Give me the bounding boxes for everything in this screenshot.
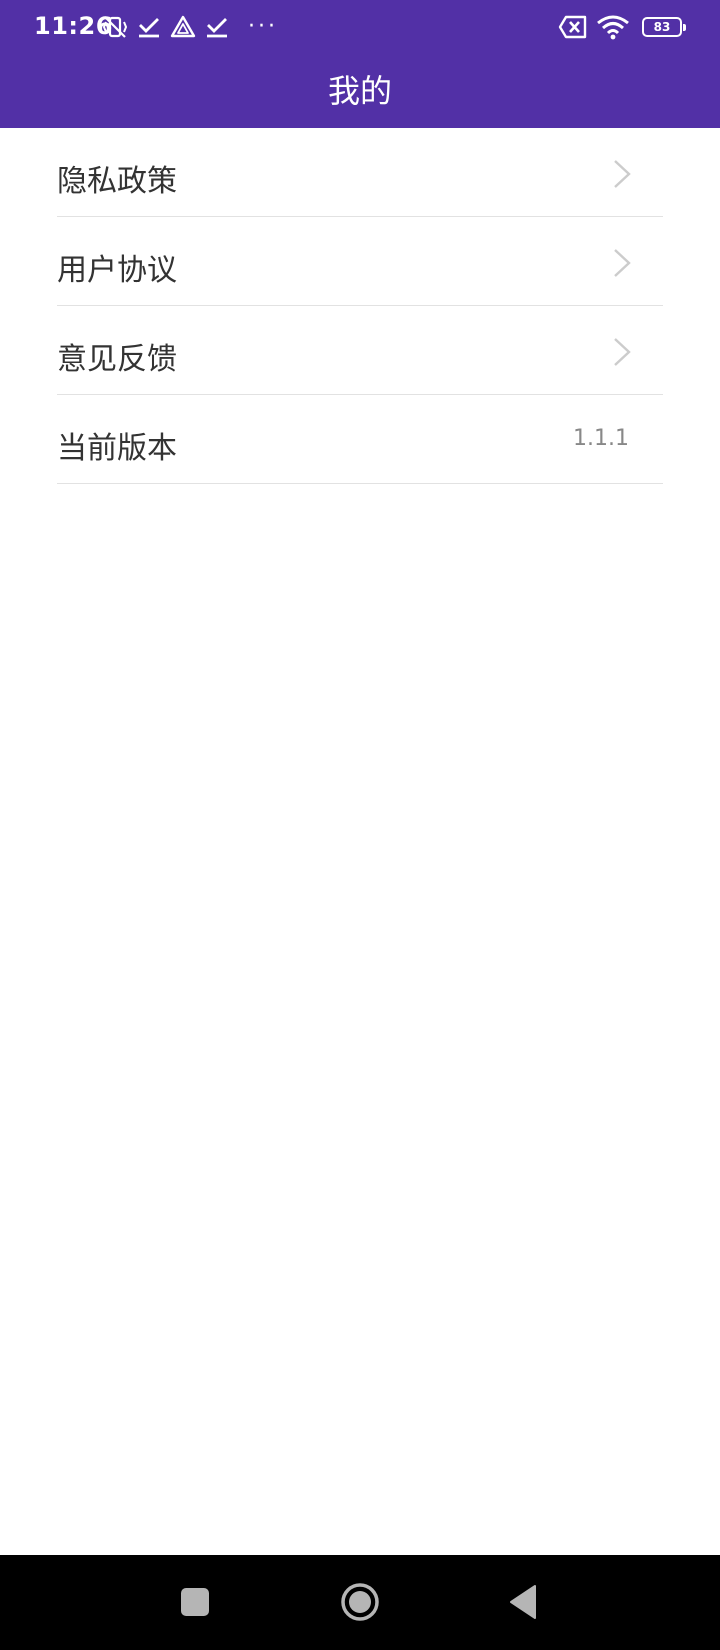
check-icon (207, 18, 227, 38)
menu-item-user-agreement[interactable]: 用户协议 (57, 217, 663, 306)
wifi-icon (597, 15, 629, 40)
home-button[interactable] (320, 1555, 400, 1650)
system-icons: 83 (558, 14, 686, 40)
menu-item-privacy-policy[interactable]: 隐私政策 (57, 128, 663, 217)
settings-menu: 隐私政策 用户协议 意见反馈 当前版本 1.1.1 (57, 128, 663, 484)
navigation-bar (0, 1555, 720, 1650)
chevron-right-icon (614, 249, 631, 277)
chevron-right-icon (614, 160, 631, 188)
back-button[interactable] (485, 1555, 565, 1650)
menu-item-label: 隐私政策 (57, 164, 177, 199)
version-number: 1.1.1 (573, 426, 629, 451)
vibrate-mute-icon (102, 16, 128, 38)
status-bar: 11:26 ··· 83 (0, 0, 720, 54)
battery-icon: 83 (642, 17, 686, 37)
menu-item-label: 用户协议 (57, 253, 177, 288)
notification-icons: ··· (102, 14, 278, 40)
triangle-app-icon (170, 15, 196, 38)
recents-icon (181, 1588, 209, 1616)
back-icon (510, 1585, 536, 1619)
home-icon (341, 1583, 379, 1621)
more-notifications-icon: ··· (248, 14, 278, 39)
menu-item-label: 当前版本 (57, 431, 177, 466)
battery-level: 83 (653, 20, 671, 34)
app-header: 11:26 ··· 83 我的 (0, 0, 720, 128)
menu-item-feedback[interactable]: 意见反馈 (57, 306, 663, 395)
menu-item-current-version: 当前版本 1.1.1 (57, 395, 663, 484)
menu-item-label: 意见反馈 (57, 342, 177, 377)
page-title: 我的 (327, 72, 392, 110)
check-icon (139, 18, 159, 38)
sim-error-icon (558, 15, 587, 39)
recents-button[interactable] (155, 1555, 235, 1650)
chevron-right-icon (614, 338, 631, 366)
